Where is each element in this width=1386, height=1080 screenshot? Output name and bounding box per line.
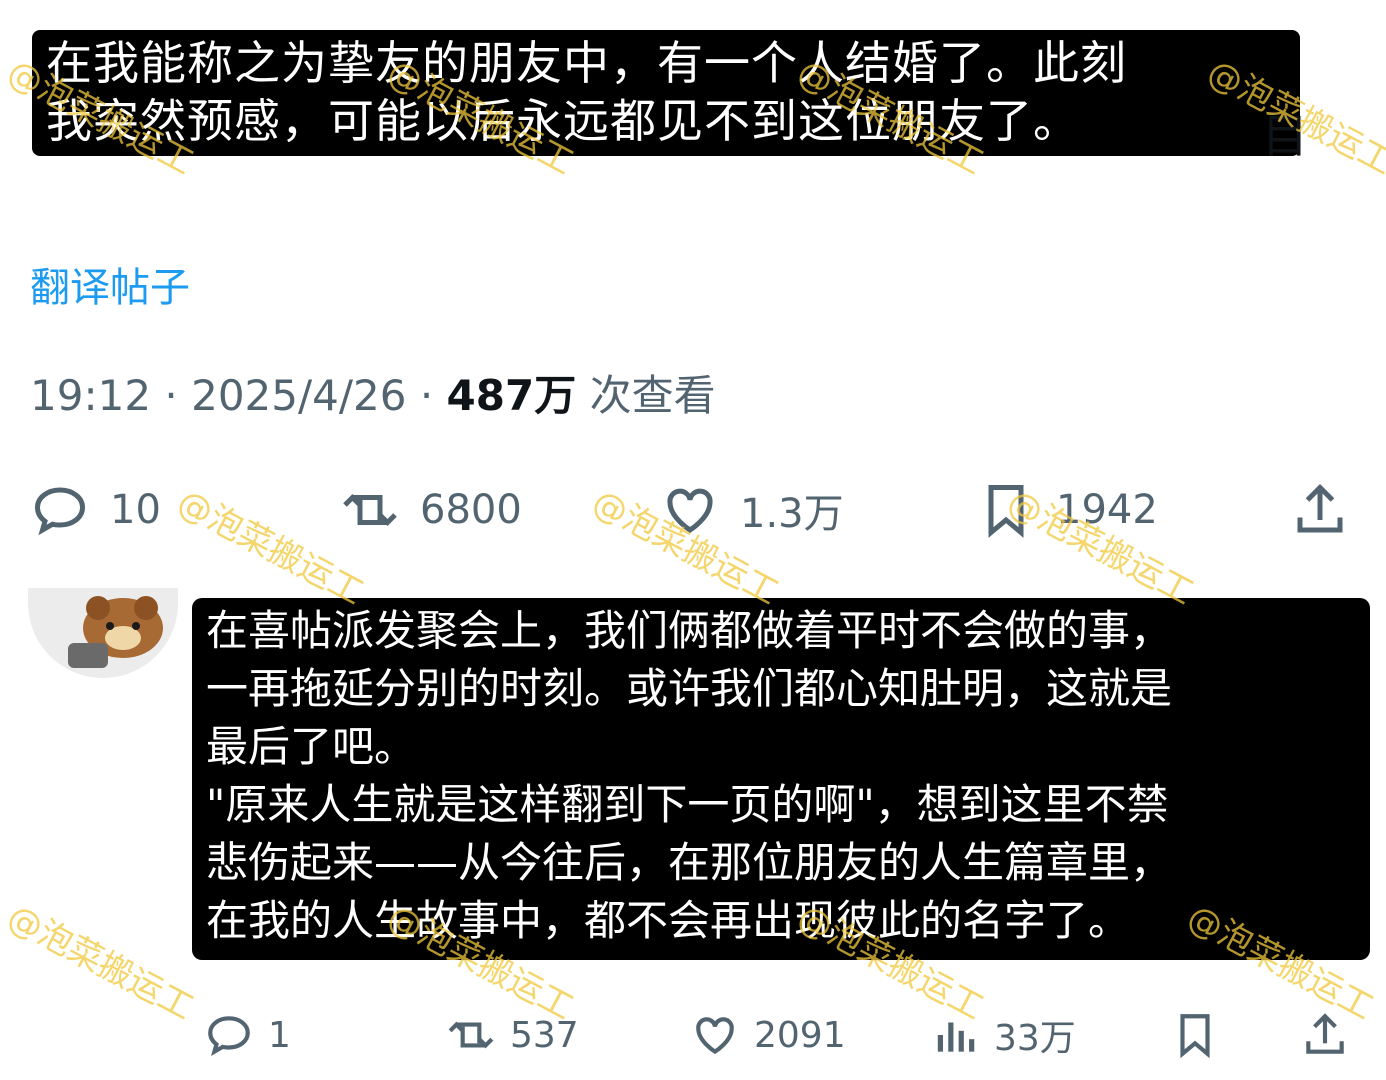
bear-avatar-image <box>28 588 178 678</box>
reply-views-button[interactable]: 33万 <box>930 1000 1076 1070</box>
bookmark-count: 1942 <box>1056 487 1158 533</box>
like-button[interactable]: 1.3万 <box>660 470 844 550</box>
reply-button[interactable]: 10 <box>30 470 161 550</box>
heart-icon <box>667 488 713 533</box>
avatar[interactable] <box>28 588 178 678</box>
translate-post-link[interactable]: 翻译帖子 <box>30 255 190 313</box>
post-action-bar: 10 6800 1.3万 1942 <box>0 470 1386 550</box>
reply-icon <box>208 1016 250 1057</box>
bookmark-button[interactable]: 1942 <box>976 470 1158 550</box>
share-button[interactable] <box>1290 470 1370 550</box>
reply-like-button[interactable]: 2091 <box>690 1000 846 1070</box>
meta-separator: · <box>164 371 192 420</box>
reply-count: 10 <box>110 487 161 533</box>
reply-icon <box>34 487 86 536</box>
post-text-peek: 目 <box>1262 109 1308 163</box>
reply-like-count: 2091 <box>754 1014 846 1056</box>
views-count: 487万 <box>446 371 577 420</box>
retweet-icon <box>343 493 397 527</box>
reply-views-count: 33万 <box>994 1018 1076 1059</box>
reply-reply-button[interactable]: 1 <box>204 1000 291 1070</box>
reply-reply-count: 1 <box>268 1014 291 1056</box>
reply-retweet-count: 537 <box>510 1014 579 1056</box>
bookmark-icon <box>1180 1014 1210 1059</box>
reply-action-bar: 1 537 2091 33万 <box>0 1000 1386 1070</box>
views-label: 次查看 <box>589 371 716 420</box>
retweet-icon <box>448 1021 494 1049</box>
meta-separator: · <box>419 371 447 420</box>
share-icon <box>1297 483 1343 533</box>
like-count: 1.3万 <box>740 491 844 537</box>
post-meta: 19:12 · 2025/4/26 · 487万 次查看 <box>30 362 716 423</box>
share-icon <box>1306 1013 1344 1054</box>
reply-text: 在喜帖派发聚会上，我们俩都做着平时不会做的事， 一再拖延分别的时刻。或许我们都心… <box>192 598 1370 960</box>
bookmark-icon <box>988 485 1024 538</box>
reply-share-button[interactable] <box>1300 1000 1364 1070</box>
reply-bookmark-button[interactable] <box>1170 1000 1234 1070</box>
heart-icon <box>696 1017 734 1055</box>
retweet-count: 6800 <box>420 487 522 533</box>
post-date: 2025/4/26 <box>191 371 407 420</box>
retweet-button[interactable]: 6800 <box>340 470 522 550</box>
post-time: 19:12 <box>30 371 152 420</box>
post-text: 在我能称之为挚友的朋友中，有一个人结婚了。此刻 我突然预感，可能以后永远都见不到… <box>32 30 1300 156</box>
bar-chart-icon <box>937 1022 975 1052</box>
reply-retweet-button[interactable]: 537 <box>446 1000 579 1070</box>
